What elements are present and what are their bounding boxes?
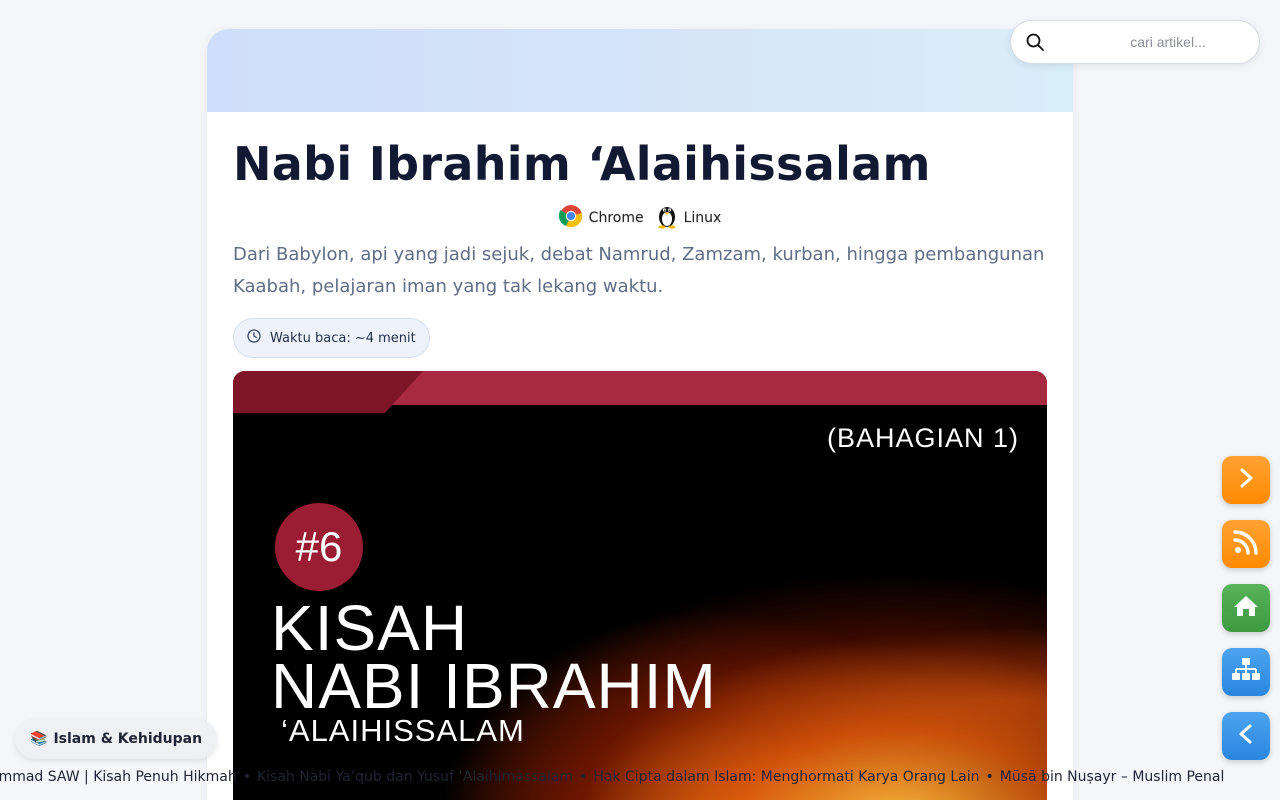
cover-title: KISAH NABI IBRAHIM xyxy=(271,592,717,722)
back-button[interactable] xyxy=(1222,712,1270,760)
card-banner xyxy=(207,29,1073,112)
category-chip[interactable]: 📚 Islam & Kehidupan xyxy=(15,719,218,759)
home-icon xyxy=(1233,594,1259,622)
ticker-item[interactable]: ammad SAW | Kisah Penuh Hikmah xyxy=(0,769,237,785)
cover-top-accent xyxy=(233,371,423,413)
env-chrome-label: Chrome xyxy=(588,210,644,226)
ticker-track: ammad SAW | Kisah Penuh Hikmah • Kisah N… xyxy=(0,769,1224,785)
linux-penguin-icon xyxy=(656,203,678,233)
reading-time-label: Waktu baca: ~4 menit xyxy=(270,330,416,346)
sitemap-button[interactable] xyxy=(1222,648,1270,696)
env-chrome: Chrome xyxy=(558,204,644,232)
clock-icon xyxy=(247,329,261,347)
cover-part-label: (BAHAGIAN 1) xyxy=(826,423,1019,453)
article-card: Nabi Ibrahim ‘Alaihissalam Chrome Linux … xyxy=(207,29,1073,800)
environment-badges: Chrome Linux xyxy=(207,203,1073,233)
rss-button[interactable] xyxy=(1222,520,1270,568)
ticker-item[interactable]: Mūsā bin Nuṣayr – Muslim Penal xyxy=(1000,769,1225,785)
article-subtitle: Dari Babylon, api yang jadi sejuk, debat… xyxy=(233,244,1045,297)
cover-title-line1: KISAH xyxy=(271,592,469,664)
cover-image: (BAHAGIAN 1) #6 KISAH NABI IBRAHIM ‘ALAI… xyxy=(233,371,1047,800)
sitemap-icon xyxy=(1232,657,1260,687)
ticker-item[interactable]: Kisah Nabi Ya’qub dan Yusuf ‘Alaihimassa… xyxy=(257,769,573,785)
env-linux-label: Linux xyxy=(683,210,722,226)
rss-icon xyxy=(1233,529,1259,559)
home-button[interactable] xyxy=(1222,584,1270,632)
chrome-icon xyxy=(558,204,583,232)
news-ticker: ammad SAW | Kisah Penuh Hikmah • Kisah N… xyxy=(0,768,1280,788)
category-label: Islam & Kehidupan xyxy=(53,731,203,747)
search-icon[interactable] xyxy=(1025,32,1045,56)
books-icon: 📚 xyxy=(30,731,48,747)
ticker-separator: • xyxy=(985,769,994,785)
env-linux: Linux xyxy=(656,203,722,233)
cover-subtitle: ‘ALAIHISSALAM xyxy=(281,713,525,748)
search-input[interactable] xyxy=(1055,21,1251,63)
reading-time-badge: Waktu baca: ~4 menit xyxy=(233,318,430,358)
ticker-separator: • xyxy=(579,769,588,785)
chevron-right-icon xyxy=(1235,467,1257,493)
cover-title-line2: NABI IBRAHIM xyxy=(271,650,717,722)
ticker-separator: • xyxy=(242,769,251,785)
ticker-item[interactable]: Hak Cipta dalam Islam: Menghormati Karya… xyxy=(593,769,979,785)
chevron-left-icon xyxy=(1235,723,1257,749)
cover-episode-number: #6 xyxy=(275,503,363,591)
article-title: Nabi Ibrahim ‘Alaihissalam xyxy=(233,137,931,191)
search-box[interactable] xyxy=(1010,20,1260,64)
next-button[interactable] xyxy=(1222,456,1270,504)
